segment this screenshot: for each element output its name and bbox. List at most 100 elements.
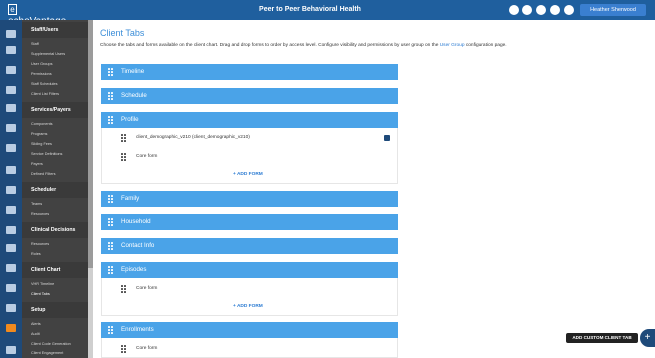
person-icon[interactable] bbox=[6, 104, 16, 112]
page-description: Choose the tabs and forms available on t… bbox=[100, 42, 648, 50]
sidebar-item-audit[interactable]: Audit bbox=[31, 330, 87, 338]
sidebar-item-client-list-filters[interactable]: Client List Filters bbox=[31, 90, 87, 98]
book-icon[interactable] bbox=[6, 206, 16, 214]
sidebar-item-payers[interactable]: Payers bbox=[31, 160, 87, 168]
sidebar-item-sliding-fees[interactable]: Sliding Fees bbox=[31, 140, 87, 148]
chart-icon[interactable] bbox=[6, 264, 16, 272]
sidebar-item-permissions[interactable]: Permissions bbox=[31, 70, 87, 78]
tab-profile[interactable]: Profile bbox=[101, 112, 398, 128]
tab-label: Schedule bbox=[121, 92, 147, 99]
form-row-client-demographic[interactable]: client_demographic_v210 (client_demograp… bbox=[136, 133, 250, 143]
tab-label: Timeline bbox=[121, 68, 145, 75]
calendar-icon[interactable] bbox=[6, 166, 16, 174]
sidebar-item-staff[interactable]: Staff bbox=[31, 40, 87, 48]
group-icon[interactable] bbox=[6, 66, 16, 74]
chevron-right-icon[interactable] bbox=[6, 346, 16, 354]
user-icon[interactable] bbox=[522, 5, 532, 15]
description-text: Choose the tabs and forms available on t… bbox=[100, 43, 440, 48]
tab-timeline[interactable]: Timeline bbox=[101, 64, 398, 80]
sidebar-item-teams[interactable]: Teams bbox=[31, 200, 87, 208]
form-row-core-form[interactable]: Core form bbox=[136, 284, 157, 294]
search-icon[interactable] bbox=[6, 244, 16, 252]
people-icon[interactable] bbox=[6, 124, 16, 132]
form-row-core-form[interactable]: Core form bbox=[136, 152, 157, 162]
tab-enrollments[interactable]: Enrollments bbox=[101, 322, 398, 338]
report-icon[interactable] bbox=[6, 304, 16, 312]
form-drag-handle-icon[interactable] bbox=[121, 285, 126, 293]
drag-handle-icon[interactable] bbox=[108, 195, 113, 203]
tab-episodes[interactable]: Episodes bbox=[101, 262, 398, 278]
sidebar-section-staff-users[interactable]: Staff/Users bbox=[22, 22, 88, 38]
sidebar-section-client-chart[interactable]: Client Chart bbox=[22, 262, 88, 278]
list-icon[interactable] bbox=[6, 284, 16, 292]
form-drag-handle-icon[interactable] bbox=[121, 134, 126, 142]
scrollbar-thumb[interactable] bbox=[88, 20, 93, 268]
sidebar-item-client-tabs[interactable]: Client Tabs bbox=[31, 290, 87, 298]
document-icon[interactable] bbox=[6, 226, 16, 234]
sidebar-item-client-engagement[interactable]: Client Engagement bbox=[31, 349, 87, 357]
drag-handle-icon[interactable] bbox=[108, 266, 113, 274]
sidebar-item-supplemental-users[interactable]: Supplemental Users bbox=[31, 50, 87, 58]
staff-icon[interactable] bbox=[6, 30, 16, 38]
sidebar-item-clinical-resources[interactable]: Resources bbox=[31, 240, 87, 248]
sidebar-item-alerts[interactable]: Alerts bbox=[31, 320, 87, 328]
tab-label: Family bbox=[121, 195, 140, 202]
icon-rail bbox=[0, 20, 22, 358]
drag-handle-icon[interactable] bbox=[108, 242, 113, 250]
description-text-end: configuration page. bbox=[464, 43, 507, 48]
sidebar-item-roles[interactable]: Roles bbox=[31, 250, 87, 258]
add-form-button[interactable]: + ADD FORM bbox=[233, 303, 263, 311]
card-icon[interactable] bbox=[6, 46, 16, 54]
gear-icon[interactable] bbox=[6, 324, 16, 332]
notification-icon[interactable] bbox=[550, 5, 560, 15]
sidebar-item-components[interactable]: Components bbox=[31, 120, 87, 128]
sidebar-item-resources[interactable]: Resources bbox=[31, 210, 87, 218]
sidebar-item-user-groups[interactable]: User Groups bbox=[31, 60, 87, 68]
drag-handle-icon[interactable] bbox=[108, 326, 113, 334]
drag-handle-icon[interactable] bbox=[108, 116, 113, 124]
sidebar-section-setup[interactable]: Setup bbox=[22, 302, 88, 318]
sidebar-item-vhr-timeline[interactable]: VHR Timeline bbox=[31, 280, 87, 288]
window-icon[interactable] bbox=[6, 186, 16, 194]
sidebar-item-programs[interactable]: Programs bbox=[31, 130, 87, 138]
organization-name: Peer to Peer Behavioral Health bbox=[259, 6, 361, 13]
form-row-core-form[interactable]: Core form bbox=[136, 344, 157, 354]
tab-contact-info[interactable]: Contact Info bbox=[101, 238, 398, 254]
settings-icon[interactable] bbox=[536, 5, 546, 15]
sidebar-section-scheduler[interactable]: Scheduler bbox=[22, 182, 88, 198]
add-form-button[interactable]: + ADD FORM bbox=[233, 171, 263, 179]
user-menu-button[interactable]: Heather Sherwood bbox=[580, 4, 646, 16]
sidebar-item-client-code-generation[interactable]: Client Code Generation bbox=[31, 340, 87, 348]
drag-handle-icon[interactable] bbox=[108, 92, 113, 100]
sidebar-section-clinical-decisions[interactable]: Clinical Decisions bbox=[22, 222, 88, 238]
page-title: Client Tabs bbox=[100, 28, 145, 38]
user-plus-icon[interactable] bbox=[6, 144, 16, 152]
tab-label: Household bbox=[121, 218, 151, 225]
family-icon[interactable] bbox=[6, 86, 16, 94]
add-custom-client-tab-button[interactable]: ADD CUSTOM CLIENT TAB bbox=[566, 333, 638, 343]
sidebar-item-defined-filters[interactable]: Defined Filters bbox=[31, 170, 87, 178]
user-group-link[interactable]: User Group bbox=[440, 43, 465, 48]
tab-label: Episodes bbox=[121, 266, 147, 273]
tab-label: Contact Info bbox=[121, 242, 155, 249]
sidebar-scrollbar[interactable] bbox=[88, 20, 93, 358]
logo-mark: e bbox=[8, 4, 17, 15]
tab-household[interactable]: Household bbox=[101, 214, 398, 230]
sidebar-item-staff-schedules[interactable]: Staff Schedules bbox=[31, 80, 87, 88]
tab-schedule[interactable]: Schedule bbox=[101, 88, 398, 104]
drag-handle-icon[interactable] bbox=[108, 68, 113, 76]
tab-family[interactable]: Family bbox=[101, 191, 398, 207]
form-drag-handle-icon[interactable] bbox=[121, 153, 126, 161]
app-logo[interactable]: eechoVantage bbox=[8, 4, 70, 27]
add-fab-button[interactable]: + bbox=[640, 329, 655, 347]
help-icon[interactable] bbox=[564, 5, 574, 15]
bell-icon[interactable] bbox=[509, 5, 519, 15]
tab-label: Enrollments bbox=[121, 326, 154, 333]
sidebar-item-service-definitions[interactable]: Service Definitions bbox=[31, 150, 87, 158]
form-drag-handle-icon[interactable] bbox=[121, 345, 126, 353]
drag-handle-icon[interactable] bbox=[108, 218, 113, 226]
sidebar-section-services-payers[interactable]: Services/Payers bbox=[22, 102, 88, 118]
sidebar: Staff/Users Staff Supplemental Users Use… bbox=[22, 20, 88, 358]
tab-label: Profile bbox=[121, 116, 139, 123]
trash-icon[interactable] bbox=[384, 135, 390, 141]
